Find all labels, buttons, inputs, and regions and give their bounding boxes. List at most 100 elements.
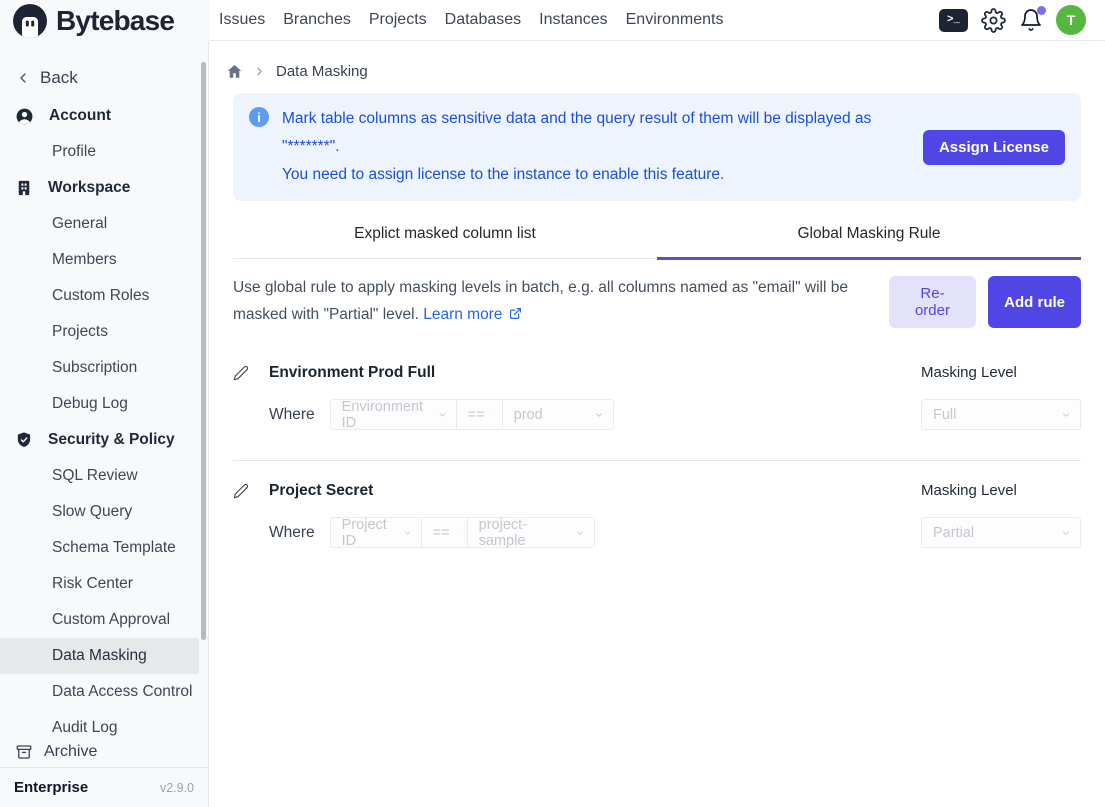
masking-tabs: Explict masked column list Global Maskin…: [233, 225, 1081, 259]
toolbar-buttons: Re-order Add rule: [889, 274, 1081, 328]
sidebar-item-members[interactable]: Members: [0, 242, 208, 278]
sidebar-item-risk-center[interactable]: Risk Center: [0, 566, 208, 602]
sidebar-item-custom-approval[interactable]: Custom Approval: [0, 602, 208, 638]
brand-name: Bytebase: [56, 5, 174, 37]
sidebar-item-data-access-control[interactable]: Data Access Control: [0, 674, 208, 710]
rules-description: Use global rule to apply masking levels …: [233, 274, 889, 328]
archive-box-icon: [15, 743, 33, 761]
rule-title: Project Secret: [269, 482, 373, 500]
sidebar-item-general[interactable]: General: [0, 206, 208, 242]
sidebar-section-security: Security & Policy: [0, 422, 208, 458]
chevron-down-icon: [1061, 528, 1071, 538]
bytebase-app: Bytebase Issues Branches Projects Databa…: [0, 0, 1105, 807]
logo[interactable]: Bytebase: [0, 0, 209, 41]
value-select[interactable]: prod: [502, 399, 614, 430]
sidebar-item-custom-roles[interactable]: Custom Roles: [0, 278, 208, 314]
rule-divider: [233, 460, 1081, 461]
operator-select[interactable]: ==: [421, 517, 468, 548]
sidebar-section-workspace: Workspace: [0, 170, 208, 206]
chevron-down-icon: [491, 410, 493, 420]
factor-select[interactable]: Project ID: [330, 517, 422, 548]
edit-pencil-icon[interactable]: [233, 483, 249, 499]
notifications-bell-icon[interactable]: [1019, 8, 1043, 32]
nav-projects[interactable]: Projects: [369, 9, 427, 31]
chevron-right-icon: [253, 65, 266, 78]
nav-branches[interactable]: Branches: [283, 9, 351, 31]
edit-pencil-icon[interactable]: [233, 365, 249, 381]
avatar[interactable]: T: [1056, 5, 1086, 35]
breadcrumb-current: Data Masking: [276, 63, 368, 80]
sidebar-item-projects[interactable]: Projects: [0, 314, 208, 350]
notification-dot: [1037, 6, 1046, 15]
shield-icon: [15, 431, 33, 449]
chevron-down-icon: [438, 410, 447, 420]
external-link-icon: [509, 307, 522, 320]
masking-rules-list: Environment Prod Full Masking Level Wher…: [233, 364, 1081, 548]
sidebar-section-account: Account: [0, 98, 208, 134]
chevron-left-icon: [15, 70, 31, 86]
sidebar-item-archive[interactable]: Archive: [0, 737, 208, 767]
settings-gear-icon[interactable]: [981, 8, 1006, 33]
rules-toolbar: Use global rule to apply masking levels …: [233, 274, 1081, 328]
tab-explicit-masked-column-list[interactable]: Explict masked column list: [233, 225, 657, 258]
sidebar-footer: Enterprise v2.9.0: [0, 767, 208, 807]
sidebar-item-profile[interactable]: Profile: [0, 134, 208, 170]
plan-label: Enterprise: [14, 779, 88, 796]
nav-environments[interactable]: Environments: [626, 9, 724, 31]
rule-title: Environment Prod Full: [269, 364, 435, 382]
top-header: Issues Branches Projects Databases Insta…: [209, 0, 1105, 41]
sidebar-item-slow-query[interactable]: Slow Query: [0, 494, 208, 530]
settings-sidebar: Back Account Profile: [0, 41, 209, 807]
factor-select[interactable]: Environment ID: [330, 399, 457, 430]
nav-issues[interactable]: Issues: [219, 9, 265, 31]
masking-rule: Environment Prod Full Masking Level Wher…: [233, 364, 1081, 430]
sidebar-item-schema-template[interactable]: Schema Template: [0, 530, 208, 566]
version-label: v2.9.0: [160, 781, 194, 795]
rule-condition-group: Project ID == project-sample: [330, 517, 595, 548]
chevron-down-icon: [594, 410, 604, 420]
sidebar-item-audit-log[interactable]: Audit Log: [0, 710, 208, 737]
back-button[interactable]: Back: [0, 64, 208, 92]
value-select[interactable]: project-sample: [467, 517, 595, 548]
info-icon: i: [249, 107, 269, 127]
masking-level-select[interactable]: Partial: [921, 517, 1081, 548]
header-actions: >_ T: [939, 5, 1086, 35]
user-icon: [15, 107, 34, 126]
breadcrumb: Data Masking: [209, 41, 1105, 80]
nav-databases[interactable]: Databases: [445, 9, 522, 31]
sidebar-scroll-area: Back Account Profile: [0, 41, 208, 737]
where-label: Where: [269, 524, 315, 542]
sidebar-item-data-masking[interactable]: Data Masking: [0, 638, 199, 674]
masking-level-label: Masking Level: [921, 482, 1081, 500]
sql-editor-icon[interactable]: >_: [939, 9, 968, 32]
banner-text: Mark table columns as sensitive data and…: [269, 105, 907, 189]
reorder-button[interactable]: Re-order: [889, 276, 976, 328]
sidebar-item-debug-log[interactable]: Debug Log: [0, 386, 208, 422]
main-content: Data Masking i Mark table columns as sen…: [209, 41, 1105, 807]
main-nav: Issues Branches Projects Databases Insta…: [219, 9, 723, 31]
banner-line2: You need to assign license to the instan…: [282, 161, 907, 189]
sidebar-item-sql-review[interactable]: SQL Review: [0, 458, 208, 494]
masking-level-label: Masking Level: [921, 364, 1081, 382]
banner-line1: Mark table columns as sensitive data and…: [282, 105, 907, 161]
chevron-down-icon: [456, 528, 458, 538]
operator-select[interactable]: ==: [456, 399, 503, 430]
chevron-down-icon: [403, 528, 412, 538]
home-icon[interactable]: [226, 63, 243, 80]
masking-level-select[interactable]: Full: [921, 399, 1081, 430]
assign-license-button[interactable]: Assign License: [923, 130, 1065, 165]
masking-rule: Project Secret Masking Level Where Proje…: [233, 482, 1081, 548]
nav-instances[interactable]: Instances: [539, 9, 607, 31]
building-icon: [15, 179, 33, 197]
license-banner: i Mark table columns as sensitive data a…: [233, 93, 1081, 201]
rule-condition-group: Environment ID == prod: [330, 399, 614, 430]
bytebase-logo-icon: [13, 4, 47, 38]
sidebar-item-subscription[interactable]: Subscription: [0, 350, 208, 386]
sidebar-scrollbar[interactable]: [201, 62, 206, 640]
learn-more-link[interactable]: Learn more: [423, 306, 522, 323]
tab-global-masking-rule[interactable]: Global Masking Rule: [657, 225, 1081, 258]
where-label: Where: [269, 406, 315, 424]
add-rule-button[interactable]: Add rule: [988, 276, 1081, 328]
chevron-down-icon: [575, 528, 585, 538]
chevron-down-icon: [1061, 410, 1071, 420]
